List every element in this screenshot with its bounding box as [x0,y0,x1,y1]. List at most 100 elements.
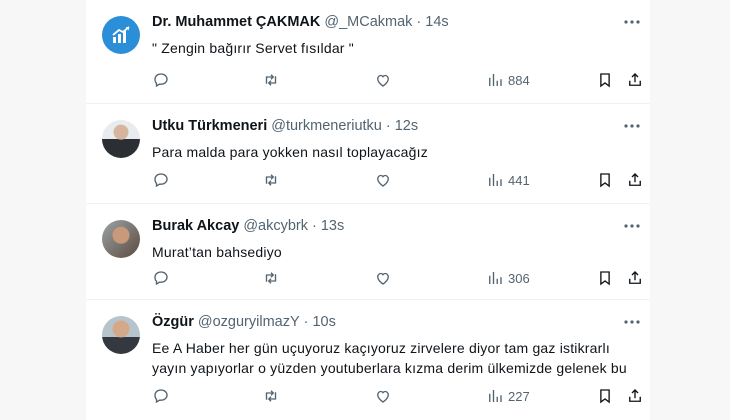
views-icon [489,74,502,86]
avatar[interactable] [102,316,140,354]
view-count: 441 [508,172,530,188]
tweet[interactable]: Dr. Muhammet ÇAKMAK @_MCakmak · 14s " Ze… [86,0,650,104]
share-icon [629,389,641,402]
reply-button[interactable] [152,70,170,90]
like-button[interactable] [374,170,392,190]
author-name[interactable]: Dr. Muhammet ÇAKMAK [152,14,320,30]
retweet-icon [265,390,277,402]
tweet-header: Dr. Muhammet ÇAKMAK @_MCakmak · 14s [152,14,449,34]
reply-button[interactable] [152,386,170,406]
page: Dr. Muhammet ÇAKMAK @_MCakmak · 14s " Ze… [0,0,730,420]
like-icon [377,74,389,87]
more-options-button[interactable] [622,218,642,234]
avatar[interactable] [102,220,140,258]
reply-icon [154,271,168,286]
share-icon [629,271,641,284]
retweet-button[interactable] [262,386,280,406]
retweet-icon [265,74,277,86]
share-icon [629,173,641,186]
tweet-text: " Zengin bağırır Servet fısıldar " [152,40,354,56]
tweet-actions: 884 [152,70,644,90]
share-button[interactable] [626,386,644,406]
left-gutter [0,0,86,420]
more-options-button[interactable] [622,314,642,330]
reply-icon [154,173,168,188]
reply-button[interactable] [152,170,170,190]
retweet-button[interactable] [262,70,280,90]
tweet-header: Utku Türkmeneri @turkmeneriutku · 12s [152,118,418,138]
bookmark-button[interactable] [596,70,614,90]
retweet-icon [265,174,277,186]
views-button[interactable]: 884 [486,70,530,90]
author-name[interactable]: Özgür [152,314,194,330]
like-button[interactable] [374,70,392,90]
reply-icon [154,389,168,404]
like-button[interactable] [374,386,392,406]
views-icon [489,174,502,186]
views-button[interactable]: 441 [486,170,530,190]
like-icon [377,272,389,285]
more-icon [624,124,640,128]
timeline: Dr. Muhammet ÇAKMAK @_MCakmak · 14s " Ze… [86,0,650,420]
right-gutter [650,0,730,420]
tweet-header: Burak Akcay @akcybrk · 13s [152,218,344,238]
author-handle[interactable]: @turkmeneriutku [271,118,382,134]
share-button[interactable] [626,70,644,90]
tweet[interactable]: Burak Akcay @akcybrk · 13s Murat’tan bah… [86,204,650,300]
bookmark-button[interactable] [596,386,614,406]
timestamp[interactable]: 14s [425,14,448,30]
bookmark-icon [600,173,610,188]
tweet-text: Para malda para yokken nasıl toplayacağı… [152,144,428,160]
tweet-actions: 441 [152,170,644,190]
separator-dot: · [312,218,317,234]
views-icon [489,272,502,284]
tweet-text: Murat’tan bahsediyo [152,244,282,260]
like-button[interactable] [374,268,392,288]
retweet-button[interactable] [262,268,280,288]
separator-dot: · [416,14,422,30]
more-options-button[interactable] [622,118,642,134]
more-icon [624,20,640,24]
bookmark-icon [600,73,610,88]
author-handle[interactable]: @ozguryilmazY [198,314,300,330]
view-count: 884 [508,72,530,88]
separator-dot: · [303,314,309,330]
author-handle[interactable]: @akcybrk [243,218,308,234]
reply-button[interactable] [152,268,170,288]
tweet-text: Ee A Haber her gün uçuyoruz kaçıyoruz zi… [152,340,627,376]
bookmark-icon [600,389,610,404]
views-icon [489,390,502,402]
tweet[interactable]: Utku Türkmeneri @turkmeneriutku · 12s Pa… [86,104,650,204]
tweet-actions: 306 [152,268,644,288]
reply-icon [154,73,168,88]
author-name[interactable]: Utku Türkmeneri [152,118,267,134]
view-count: 227 [508,388,530,404]
retweet-icon [265,272,277,284]
tweet[interactable]: Özgür @ozguryilmazY · 10s Ee A Haber her… [86,300,650,420]
avatar[interactable] [102,16,140,54]
more-options-button[interactable] [622,14,642,30]
separator-dot: · [385,118,391,134]
retweet-button[interactable] [262,170,280,190]
view-count: 306 [508,270,530,286]
views-button[interactable]: 227 [486,386,530,406]
share-button[interactable] [626,268,644,288]
bookmark-icon [600,271,610,286]
avatar[interactable] [102,120,140,158]
tweet-actions: 227 [152,386,644,406]
author-handle[interactable]: @_MCakmak [324,14,412,30]
like-icon [377,390,389,403]
author-name[interactable]: Burak Akcay [152,218,239,234]
chart-logo-icon [112,26,130,43]
views-button[interactable]: 306 [486,268,530,288]
like-icon [377,174,389,187]
timestamp[interactable]: 12s [395,118,418,134]
bookmark-button[interactable] [596,268,614,288]
timestamp[interactable]: 13s [321,218,344,234]
tweet-header: Özgür @ozguryilmazY · 10s [152,314,336,334]
share-button[interactable] [626,170,644,190]
more-icon [624,224,640,228]
more-icon [624,320,640,324]
bookmark-button[interactable] [596,170,614,190]
timestamp[interactable]: 10s [312,314,335,330]
